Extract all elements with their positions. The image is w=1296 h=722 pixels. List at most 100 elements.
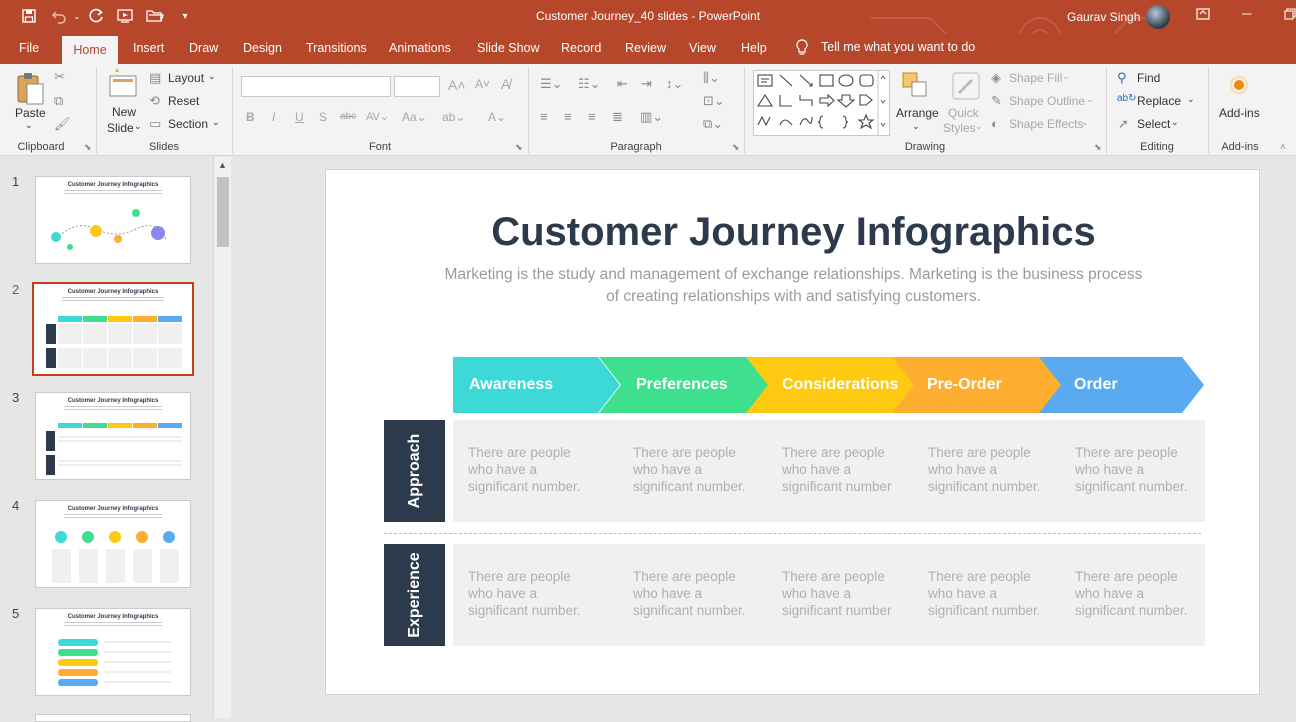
- line-spacing-icon[interactable]: ↕⌄: [666, 76, 683, 92]
- shape-fill-button[interactable]: Shape Fill: [1009, 71, 1062, 85]
- italic-icon[interactable]: I: [272, 110, 275, 124]
- section-button[interactable]: Section: [168, 117, 208, 131]
- arrange-button[interactable]: Arrange: [896, 106, 939, 120]
- tab-help[interactable]: Help: [741, 41, 767, 55]
- stage-order[interactable]: Order: [1039, 357, 1204, 413]
- align-right-icon[interactable]: ≡: [588, 109, 596, 124]
- font-color-icon[interactable]: A⌄: [488, 110, 506, 124]
- strikethrough-icon[interactable]: abc: [340, 111, 356, 122]
- align-text-icon[interactable]: ⊡⌄: [703, 93, 725, 109]
- cut-icon[interactable]: ✂: [54, 69, 65, 85]
- journey-cell[interactable]: There are people who have a significant …: [600, 544, 766, 646]
- text-shadow-icon[interactable]: S: [319, 110, 327, 124]
- align-left-icon[interactable]: ≡: [540, 109, 548, 124]
- tab-home[interactable]: Home: [62, 36, 118, 64]
- stage-considerations[interactable]: Considerations: [746, 357, 916, 413]
- journey-cell[interactable]: There are people who have a significant …: [600, 420, 766, 522]
- shapes-gallery[interactable]: [753, 70, 890, 136]
- tab-animations[interactable]: Animations: [389, 41, 451, 55]
- decrease-font-size-icon[interactable]: A˅: [475, 77, 490, 91]
- new-slide-label-1[interactable]: New: [112, 105, 136, 119]
- highlight-icon[interactable]: ab⌄: [442, 110, 465, 124]
- find-button[interactable]: Find: [1137, 71, 1160, 85]
- row-header-approach[interactable]: Approach: [384, 420, 445, 522]
- quick-styles-dropdown-icon[interactable]: ⌄: [975, 121, 983, 132]
- reset-button[interactable]: Reset: [168, 94, 199, 108]
- shape-outline-button[interactable]: Shape Outline: [1009, 94, 1085, 108]
- tab-draw[interactable]: Draw: [189, 41, 218, 55]
- replace-button[interactable]: Replace: [1137, 94, 1181, 108]
- bold-icon[interactable]: B: [246, 110, 255, 124]
- slide-thumbnail-2[interactable]: Customer Journey Infographics: [32, 282, 194, 376]
- font-name-input[interactable]: [241, 76, 391, 97]
- section-icon[interactable]: ▭: [149, 116, 161, 132]
- clipboard-launcher-icon[interactable]: ⬊: [84, 142, 92, 153]
- select-dropdown-icon[interactable]: ⌄: [1171, 117, 1179, 128]
- tab-slide-show[interactable]: Slide Show: [477, 41, 540, 55]
- new-slide-icon[interactable]: [107, 68, 141, 102]
- minimize-icon[interactable]: ─: [1242, 6, 1251, 21]
- change-case-icon[interactable]: Aa⌄: [402, 110, 427, 124]
- arrange-dropdown-icon[interactable]: ⌄: [912, 121, 920, 132]
- copy-icon[interactable]: ⧉: [54, 93, 63, 109]
- slide-title[interactable]: Customer Journey Infographics: [326, 210, 1261, 255]
- decrease-indent-icon[interactable]: ⇤: [617, 76, 628, 92]
- user-avatar[interactable]: [1146, 5, 1170, 29]
- character-spacing-icon[interactable]: AV⌄: [366, 110, 389, 123]
- layout-button[interactable]: Layout: [168, 71, 204, 85]
- journey-cell[interactable]: There are people who have a significant …: [892, 420, 1058, 522]
- paste-icon[interactable]: [14, 70, 46, 106]
- journey-cell[interactable]: There are people who have a significant …: [892, 544, 1058, 646]
- shapes-gallery-icons[interactable]: [754, 71, 889, 135]
- scroll-up-icon[interactable]: ▲: [218, 160, 227, 170]
- shape-outline-dropdown-icon[interactable]: ⌄: [1086, 94, 1094, 105]
- new-slide-dropdown-icon[interactable]: ⌄: [134, 121, 142, 132]
- shape-effects-icon[interactable]: ◐: [991, 116, 999, 131]
- shape-effects-dropdown-icon[interactable]: ⌄: [1081, 117, 1089, 128]
- underline-icon[interactable]: U: [295, 110, 304, 124]
- quick-styles-icon[interactable]: [950, 70, 982, 102]
- shape-outline-icon[interactable]: ✎: [991, 93, 1002, 109]
- add-ins-button[interactable]: Add-ins: [1219, 106, 1260, 120]
- shape-effects-button[interactable]: Shape Effects: [1009, 117, 1084, 131]
- font-size-input[interactable]: [394, 76, 440, 97]
- paste-dropdown-icon[interactable]: ⌄: [25, 120, 33, 131]
- tab-transitions[interactable]: Transitions: [306, 41, 367, 55]
- format-painter-icon[interactable]: 🖌: [54, 116, 71, 132]
- tab-review[interactable]: Review: [625, 41, 666, 55]
- quick-styles-label-2[interactable]: Styles: [943, 121, 976, 135]
- layout-icon[interactable]: ▤: [149, 70, 161, 86]
- new-slide-label-2[interactable]: Slide: [107, 121, 134, 135]
- add-ins-icon[interactable]: [1230, 76, 1248, 94]
- paragraph-launcher-icon[interactable]: ⬊: [732, 142, 740, 153]
- increase-font-size-icon[interactable]: A˄: [448, 77, 466, 93]
- slide-canvas[interactable]: Customer Journey Infographics Marketing …: [325, 169, 1260, 695]
- slide-thumbnail-5[interactable]: Customer Journey Infographics: [35, 608, 191, 696]
- shape-fill-icon[interactable]: ◈: [991, 70, 1001, 86]
- increase-indent-icon[interactable]: ⇥: [641, 76, 652, 92]
- journey-cell[interactable]: There are people who have a significant …: [746, 544, 912, 646]
- tab-design[interactable]: Design: [243, 41, 282, 55]
- slide-thumbnail-4[interactable]: Customer Journey Infographics: [35, 500, 191, 588]
- tab-file[interactable]: File: [19, 41, 39, 55]
- slide-thumbnail-3[interactable]: Customer Journey Infographics: [35, 392, 191, 480]
- select-icon[interactable]: ➚: [1118, 116, 1129, 132]
- journey-cell[interactable]: There are people who have a significant …: [453, 420, 619, 522]
- paste-button-label[interactable]: Paste: [15, 106, 46, 120]
- ribbon-display-options-icon[interactable]: [1196, 8, 1210, 23]
- smartart-icon[interactable]: ⧉⌄: [703, 116, 723, 132]
- journey-cell[interactable]: There are people who have a significant …: [453, 544, 619, 646]
- scrollbar-thumb[interactable]: [217, 177, 229, 247]
- numbering-icon[interactable]: ☷⌄: [578, 76, 601, 92]
- justify-icon[interactable]: ≣: [612, 109, 623, 125]
- drawing-launcher-icon[interactable]: ⬊: [1094, 142, 1102, 153]
- replace-icon[interactable]: ab↻: [1117, 93, 1137, 104]
- slide-thumbnail-1[interactable]: Customer Journey Infographics: [35, 176, 191, 264]
- slide-thumbnail-6[interactable]: [35, 714, 191, 722]
- journey-cell[interactable]: There are people who have a significant …: [1039, 420, 1205, 522]
- select-button[interactable]: Select: [1137, 117, 1170, 131]
- clear-formatting-icon[interactable]: A̸: [501, 76, 510, 92]
- text-direction-icon[interactable]: ⫼⌄: [703, 70, 720, 86]
- find-icon[interactable]: ⚲: [1117, 70, 1127, 86]
- user-name[interactable]: Gaurav Singh: [1067, 10, 1140, 24]
